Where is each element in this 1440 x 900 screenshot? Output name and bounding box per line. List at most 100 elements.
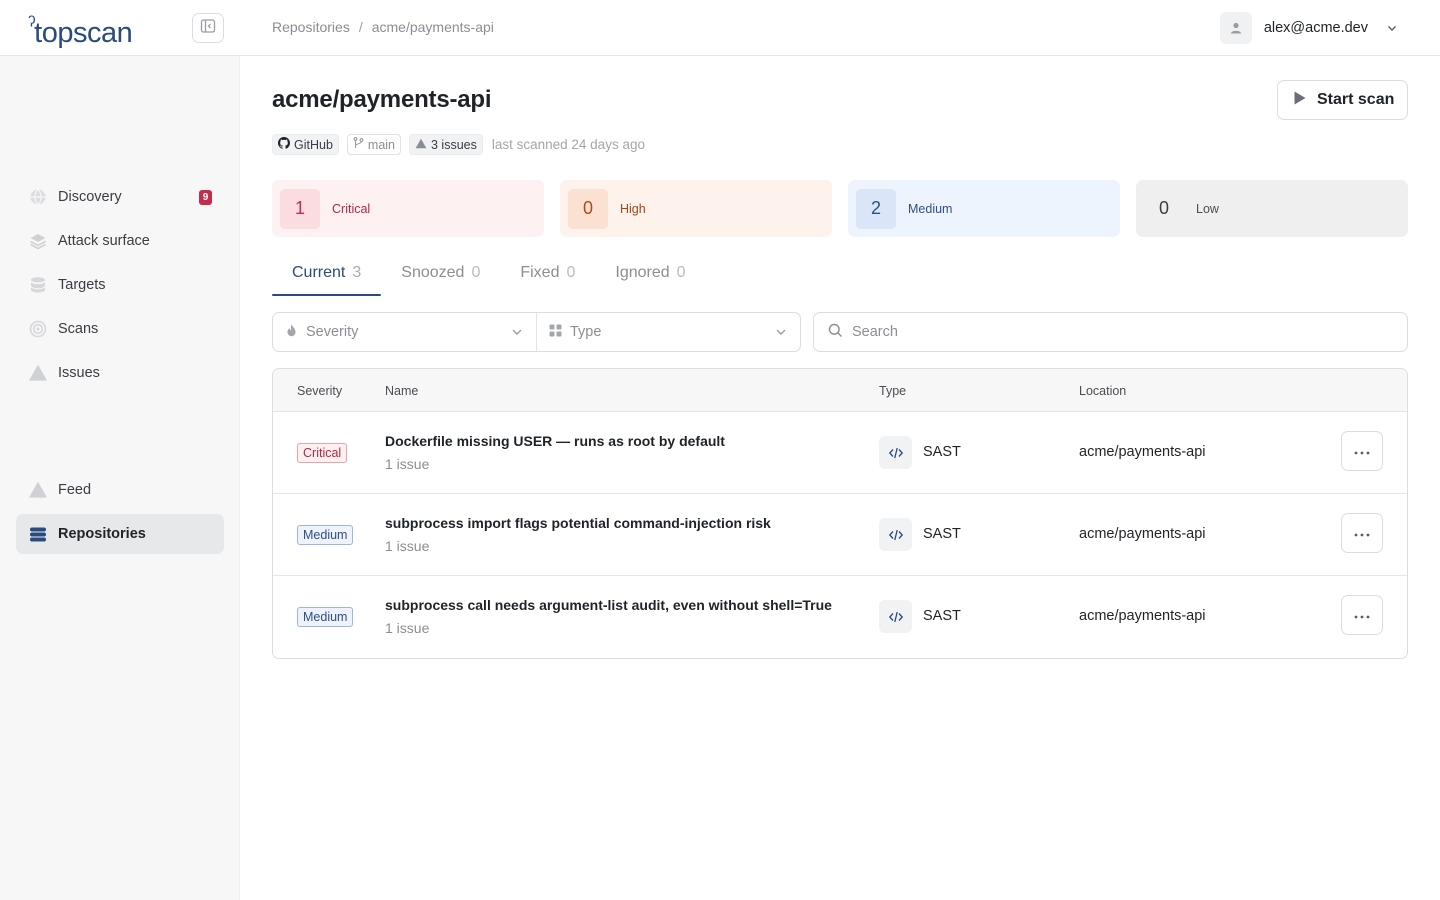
git-branch-icon bbox=[353, 137, 364, 152]
breadcrumb-separator: / bbox=[358, 19, 363, 35]
sidebar-item-issues[interactable]: Issues bbox=[16, 353, 224, 393]
severity-card-critical[interactable]: 1 Critical bbox=[272, 180, 544, 237]
sidebar-item-label: Discovery bbox=[58, 189, 122, 205]
provider-chip: GitHub bbox=[272, 134, 339, 155]
search-input[interactable]: Search bbox=[813, 312, 1408, 352]
severity-badge: Medium bbox=[297, 607, 354, 627]
grid-icon bbox=[549, 324, 562, 341]
tab-count: 0 bbox=[676, 264, 686, 281]
chevron-down-icon bbox=[1384, 20, 1400, 36]
sidebar-item-discovery[interactable]: Discovery 9 bbox=[16, 177, 224, 217]
row-actions-button[interactable] bbox=[1341, 513, 1383, 553]
tab-snoozed[interactable]: Snoozed 0 bbox=[381, 258, 500, 296]
top-bar: ˀtopscan Repositories / acme/payments-ap… bbox=[0, 0, 1440, 56]
tab-label: Ignored bbox=[615, 264, 670, 281]
issue-tabs: Current 3 Snoozed 0 Fixed 0 Ignored 0 bbox=[272, 258, 706, 296]
sidebar: Discovery 9 Attack surface Targets Scans… bbox=[0, 56, 240, 900]
search-icon bbox=[828, 323, 843, 342]
code-icon bbox=[879, 518, 912, 551]
chevron-down-icon bbox=[774, 325, 788, 343]
sidebar-item-targets[interactable]: Targets bbox=[16, 265, 224, 305]
breadcrumb-current: acme/payments-api bbox=[371, 19, 494, 35]
issue-name[interactable]: subprocess import flags potential comman… bbox=[385, 515, 771, 531]
sidebar-item-attack-surface[interactable]: Attack surface bbox=[16, 221, 224, 261]
database-icon bbox=[28, 275, 48, 295]
severity-card-high[interactable]: 0 High bbox=[560, 180, 832, 237]
more-horizontal-icon bbox=[1354, 606, 1370, 624]
issue-type: SAST bbox=[923, 526, 961, 542]
repository-icon bbox=[28, 524, 48, 544]
row-actions-button[interactable] bbox=[1341, 431, 1383, 471]
type-filter-label: Type bbox=[570, 324, 602, 340]
column-header-severity[interactable]: Severity bbox=[297, 384, 342, 398]
filter-group: Severity Type bbox=[272, 312, 801, 352]
globe-icon bbox=[28, 187, 48, 207]
sidebar-item-label: Targets bbox=[58, 277, 106, 293]
issue-count: 1 issue bbox=[385, 456, 430, 472]
column-header-type[interactable]: Type bbox=[879, 384, 906, 398]
severity-badge: Critical bbox=[297, 443, 348, 463]
issue-type: SAST bbox=[923, 444, 961, 460]
severity-count: 2 bbox=[856, 188, 896, 229]
issue-location: acme/payments-api bbox=[1079, 608, 1206, 624]
start-scan-label: Start scan bbox=[1317, 91, 1395, 108]
sidebar-item-label: Feed bbox=[58, 482, 92, 498]
issue-count: 1 issue bbox=[385, 538, 430, 554]
notification-badge: 9 bbox=[199, 190, 212, 205]
severity-card-low[interactable]: 0 Low bbox=[1136, 180, 1408, 237]
table-header: Severity Name Type Location bbox=[273, 369, 1407, 412]
page-title: acme/payments-api bbox=[272, 86, 492, 113]
tab-count: 0 bbox=[471, 264, 481, 281]
code-icon bbox=[879, 600, 912, 633]
table-row[interactable]: Critical Dockerfile missing USER — runs … bbox=[273, 412, 1407, 494]
sidebar-item-repositories[interactable]: Repositories bbox=[16, 514, 224, 554]
severity-card-medium[interactable]: 2 Medium bbox=[848, 180, 1120, 237]
table-row[interactable]: Medium subprocess call needs argument-li… bbox=[273, 576, 1407, 658]
sidebar-item-feed[interactable]: Feed bbox=[16, 470, 224, 510]
issue-location: acme/payments-api bbox=[1079, 444, 1206, 460]
issue-count: 1 issue bbox=[385, 620, 430, 636]
tab-fixed[interactable]: Fixed 0 bbox=[500, 258, 595, 296]
severity-filter-dropdown[interactable]: Severity bbox=[273, 313, 536, 351]
column-header-location[interactable]: Location bbox=[1079, 384, 1126, 398]
warning-icon bbox=[28, 480, 48, 500]
row-actions-button[interactable] bbox=[1341, 595, 1383, 635]
breadcrumb-root-link[interactable]: Repositories bbox=[272, 19, 350, 35]
sidebar-item-scans[interactable]: Scans bbox=[16, 309, 224, 349]
radar-icon bbox=[28, 319, 48, 339]
severity-label: Critical bbox=[332, 201, 371, 216]
branch-chip[interactable]: main bbox=[346, 134, 401, 155]
code-icon bbox=[879, 436, 912, 469]
issue-name[interactable]: subprocess call needs argument-list audi… bbox=[385, 597, 832, 613]
start-scan-button[interactable]: Start scan bbox=[1277, 80, 1408, 120]
branch-label: main bbox=[367, 137, 395, 152]
github-icon bbox=[278, 137, 290, 152]
severity-label: Medium bbox=[908, 201, 953, 216]
tab-label: Current bbox=[292, 264, 346, 281]
severity-count: 0 bbox=[568, 188, 608, 229]
tab-count: 3 bbox=[352, 264, 362, 281]
logo-text: topscan bbox=[34, 17, 133, 49]
flame-icon bbox=[285, 323, 298, 341]
issue-name[interactable]: Dockerfile missing USER — runs as root b… bbox=[385, 433, 725, 449]
breadcrumb: Repositories / acme/payments-api bbox=[272, 19, 494, 35]
severity-label: Low bbox=[1196, 201, 1219, 216]
sidebar-item-label: Attack surface bbox=[58, 233, 150, 249]
table-row[interactable]: Medium subprocess import flags potential… bbox=[273, 494, 1407, 576]
search-placeholder: Search bbox=[852, 324, 898, 340]
tab-count: 0 bbox=[566, 264, 576, 281]
tab-ignored[interactable]: Ignored 0 bbox=[595, 258, 705, 296]
more-horizontal-icon bbox=[1354, 524, 1370, 542]
type-filter-dropdown[interactable]: Type bbox=[536, 313, 800, 351]
user-menu[interactable]: alex@acme.dev bbox=[1219, 12, 1400, 44]
severity-count: 0 bbox=[1144, 188, 1184, 229]
issues-chip: 3 issues bbox=[409, 134, 483, 155]
tab-label: Snoozed bbox=[401, 264, 465, 281]
severity-count: 1 bbox=[280, 188, 320, 229]
column-header-name[interactable]: Name bbox=[385, 384, 418, 398]
severity-filter-label: Severity bbox=[306, 324, 359, 340]
tab-current[interactable]: Current 3 bbox=[272, 258, 382, 296]
logo[interactable]: ˀtopscan bbox=[28, 12, 133, 50]
provider-label: GitHub bbox=[294, 137, 333, 152]
sidebar-collapse-button[interactable] bbox=[192, 13, 224, 43]
